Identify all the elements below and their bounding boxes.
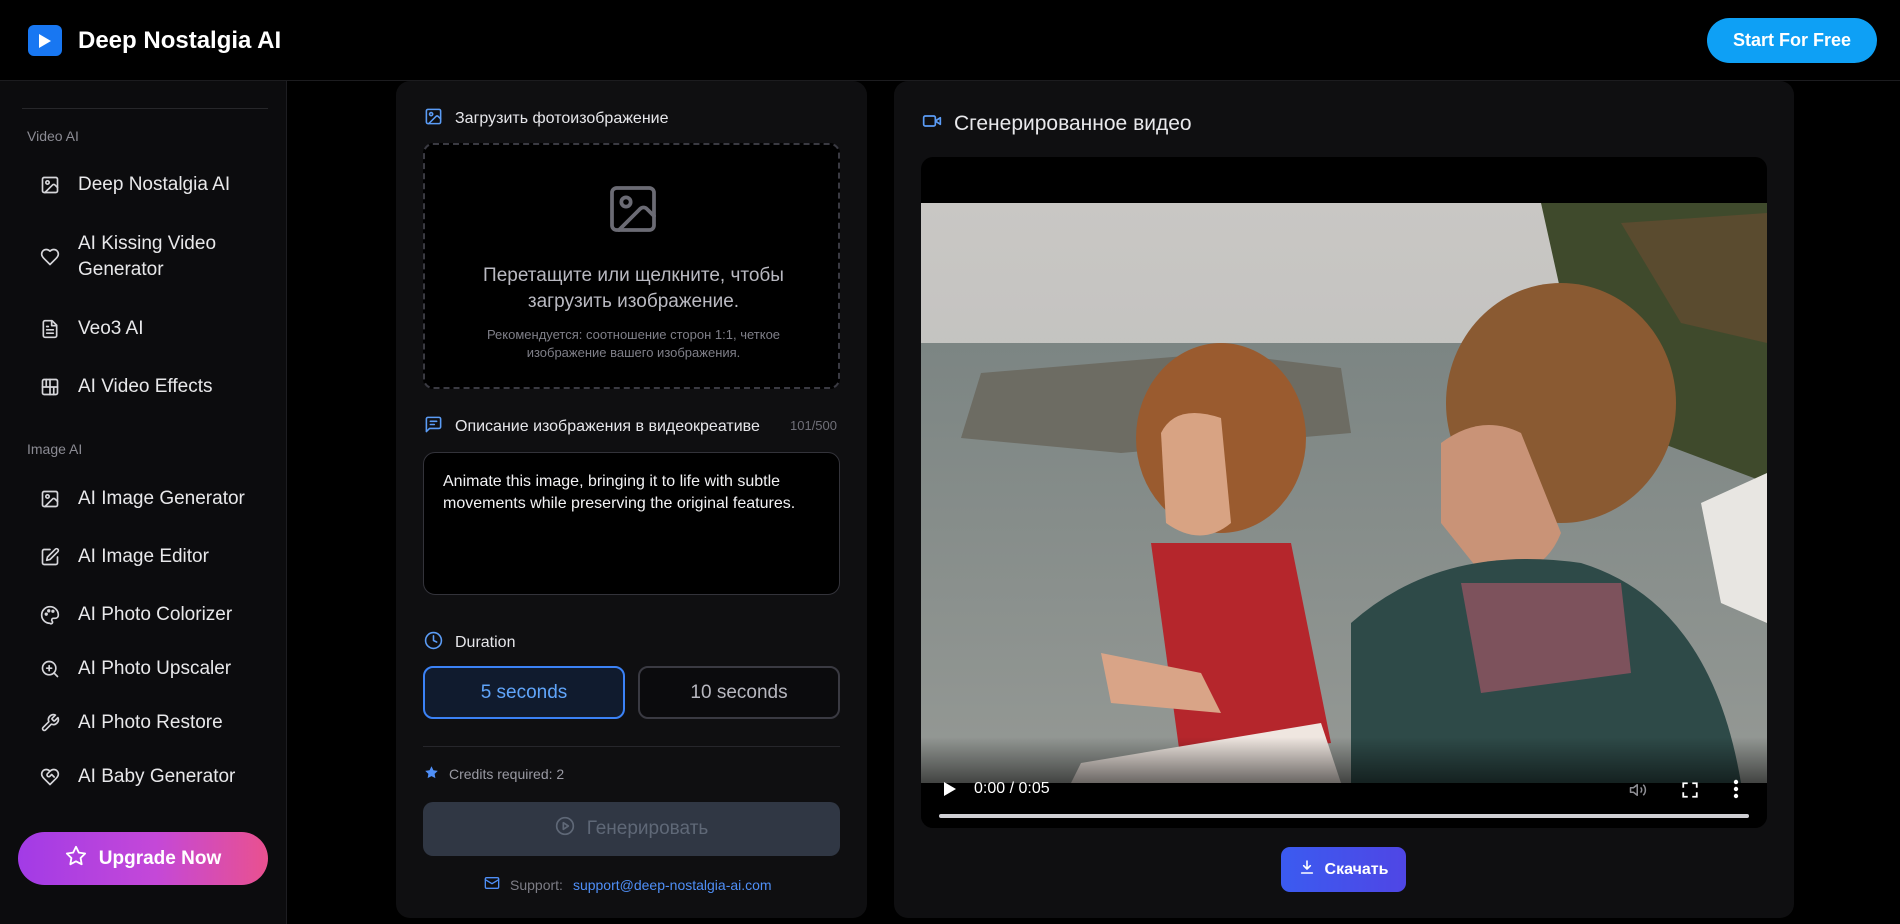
support-line: Support: support@deep-nostalgia-ai.com xyxy=(484,875,772,894)
sidebar-section-title: Video AI xyxy=(27,128,79,144)
mail-icon xyxy=(484,875,500,894)
dropzone-instruction: Перетащите или щелкните, чтобы загрузить… xyxy=(483,265,784,312)
video-panel-title: Сгенерированное видео xyxy=(922,111,1192,137)
message-icon xyxy=(424,415,443,439)
brand[interactable]: Deep Nostalgia AI xyxy=(28,25,281,56)
upgrade-now-label: Upgrade Now xyxy=(98,847,222,869)
upload-section-label: Загрузить фотоизображение xyxy=(424,107,668,131)
sidebar-item-label: AI Video Effects xyxy=(78,376,213,397)
upgrade-now-button[interactable]: Upgrade Now xyxy=(18,832,268,885)
play-icon xyxy=(28,25,62,56)
brand-name: Deep Nostalgia AI xyxy=(78,26,282,54)
sidebar-item-label: AI Photo Colorizer xyxy=(78,604,233,625)
sidebar-item-ai-image-editor[interactable]: AI Image Editor xyxy=(38,545,278,569)
duration-label: Duration xyxy=(455,634,516,651)
sidebar-item-label: AI Photo Restore xyxy=(78,712,223,733)
heart-icon xyxy=(38,245,62,269)
image-upload-dropzone[interactable]: Перетащите или щелкните, чтобы загрузить… xyxy=(423,143,840,389)
credits-text: Credits required: 2 xyxy=(449,766,565,782)
sidebar-item-veo3-ai[interactable]: Veo3 AI xyxy=(38,317,278,341)
prompt-section-label: Описание изображения в видеокреативе xyxy=(424,415,760,439)
sidebar-item-label: AI Image Editor xyxy=(78,546,209,567)
duration-section-label: Duration xyxy=(424,631,515,655)
video-title-text: Сгенерированное видео xyxy=(954,112,1192,135)
play-icon[interactable] xyxy=(943,781,957,802)
heart-handshake-icon xyxy=(38,765,62,789)
sidebar-item-ai-photo-restore[interactable]: AI Photo Restore xyxy=(38,711,278,735)
generate-button[interactable]: Генерировать xyxy=(423,802,840,856)
generation-form-panel: Загрузить фотоизображение Перетащите или… xyxy=(396,81,867,918)
start-for-free-button[interactable]: Start For Free xyxy=(1707,18,1877,63)
volume-icon[interactable] xyxy=(1628,781,1648,804)
generated-video-panel: Сгенерированное видео 0:00 / 0:05 Скачат… xyxy=(894,81,1794,918)
play-circle-icon xyxy=(555,816,575,842)
download-icon xyxy=(1299,859,1315,880)
sidebar-item-label: Veo3 AI xyxy=(78,318,144,339)
support-email-link[interactable]: support@deep-nostalgia-ai.com xyxy=(573,877,772,893)
credits-info: Credits required: 2 xyxy=(424,765,564,783)
sidebar-item-deep-nostalgia-ai[interactable]: Deep Nostalgia AI xyxy=(38,173,278,197)
zoom-in-icon xyxy=(38,657,62,681)
sidebar-item-label: AI Kissing Video Generator xyxy=(78,233,217,280)
video-icon xyxy=(922,111,942,137)
video-frame xyxy=(921,203,1767,783)
clock-icon xyxy=(424,631,443,655)
video-time: 0:00 / 0:05 xyxy=(974,780,1050,797)
sidebar-item-ai-video-effects[interactable]: AI Video Effects xyxy=(38,375,278,399)
form-divider xyxy=(423,746,840,747)
palette-icon xyxy=(38,603,62,627)
download-label: Скачать xyxy=(1324,860,1389,878)
sidebar-item-ai-baby-generator[interactable]: AI Baby Generator xyxy=(38,765,278,789)
generate-label: Генерировать xyxy=(586,818,709,839)
sidebar-section-title: Image AI xyxy=(27,441,83,457)
video-controls: 0:00 / 0:05 xyxy=(921,737,1767,828)
prompt-char-counter: 101/500 xyxy=(790,418,837,433)
edit-icon xyxy=(38,545,62,569)
support-label: Support: xyxy=(510,876,563,893)
sidebar: Video AI Deep Nostalgia AI AI Kissing Vi… xyxy=(0,81,287,924)
upload-label: Загрузить фотоизображение xyxy=(455,110,669,127)
sidebar-divider xyxy=(22,108,268,109)
sidebar-item-ai-kissing-video-generator[interactable]: AI Kissing Video Generator xyxy=(38,231,278,283)
image-placeholder-icon xyxy=(605,181,661,242)
fullscreen-icon[interactable] xyxy=(1681,781,1699,804)
sidebar-item-label: AI Baby Generator xyxy=(78,766,236,787)
sidebar-item-label: AI Photo Upscaler xyxy=(78,658,232,679)
document-icon xyxy=(38,317,62,341)
duration-10-seconds-button[interactable]: 10 seconds xyxy=(638,666,840,719)
layout-icon xyxy=(38,375,62,399)
prompt-textarea[interactable]: Animate this image, bringing it to life … xyxy=(423,452,840,595)
sidebar-item-ai-image-generator[interactable]: AI Image Generator xyxy=(38,487,278,511)
sidebar-item-ai-photo-colorizer[interactable]: AI Photo Colorizer xyxy=(38,603,278,627)
image-icon xyxy=(38,173,62,197)
download-button[interactable]: Скачать xyxy=(1281,847,1406,892)
video-player[interactable]: 0:00 / 0:05 xyxy=(921,157,1767,828)
sidebar-item-ai-photo-upscaler[interactable]: AI Photo Upscaler xyxy=(38,657,278,681)
image-icon xyxy=(424,107,443,131)
star-icon xyxy=(65,845,87,873)
sidebar-item-label: AI Image Generator xyxy=(78,488,245,509)
dropzone-hint: Рекомендуется: соотношение сторон 1:1, ч… xyxy=(486,327,781,360)
wrench-icon xyxy=(38,711,62,735)
sidebar-item-label: Deep Nostalgia AI xyxy=(78,174,231,195)
prompt-label: Описание изображения в видеокреативе xyxy=(455,418,760,435)
top-header: Deep Nostalgia AI Start For Free xyxy=(0,0,1900,81)
star-icon xyxy=(424,765,439,783)
image-icon xyxy=(38,487,62,511)
more-options-icon[interactable] xyxy=(1733,779,1739,804)
duration-5-seconds-button[interactable]: 5 seconds xyxy=(423,666,625,719)
video-progress-bar[interactable] xyxy=(939,814,1749,818)
